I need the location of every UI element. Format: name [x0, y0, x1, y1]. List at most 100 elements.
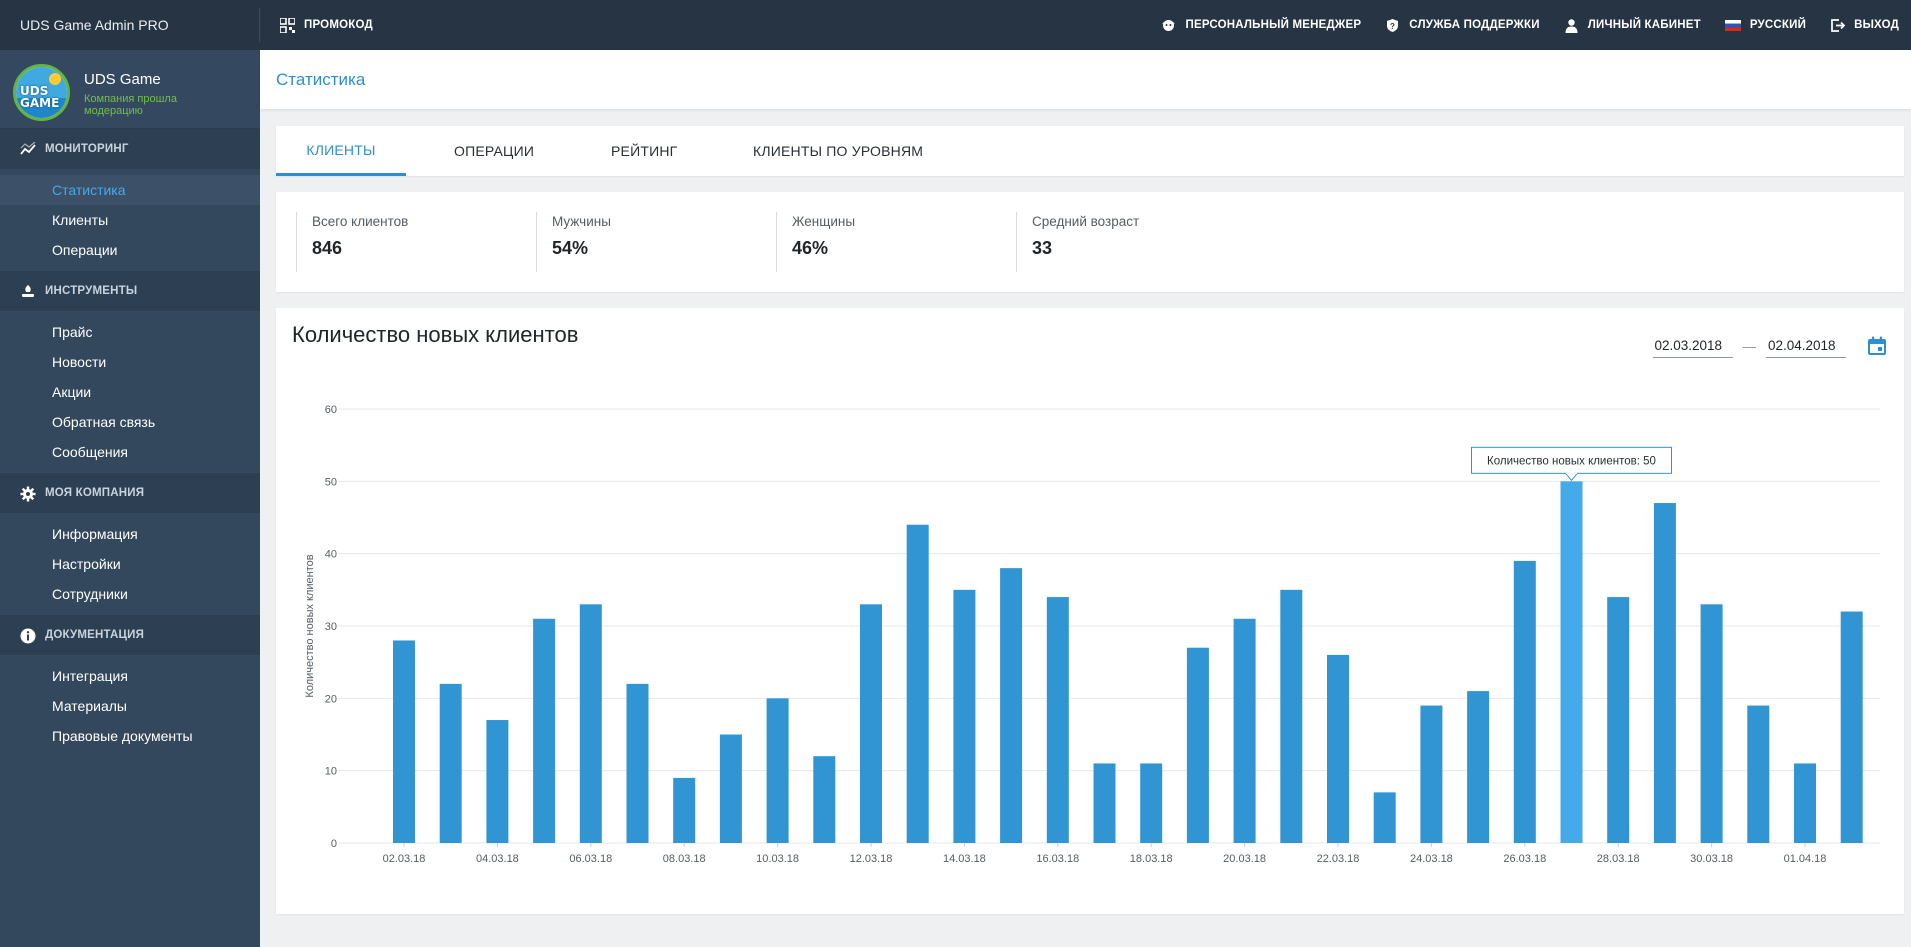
y-tick-label: 50 [325, 476, 337, 488]
x-tick-label: 30.03.18 [1690, 853, 1733, 865]
topbar-divider [259, 8, 260, 42]
x-tick-label: 20.03.18 [1223, 853, 1266, 865]
chart-bar[interactable] [1513, 560, 1536, 843]
sidebar-item-legal-documents[interactable]: Правовые документы [0, 721, 260, 751]
section-my-company[interactable]: МОЯ КОМПАНИЯ [0, 473, 260, 513]
shield-icon: ? [1385, 18, 1400, 33]
tab-clients[interactable]: КЛИЕНТЫ [276, 126, 406, 176]
chart-bar[interactable] [1420, 705, 1443, 843]
sidebar-item-materials[interactable]: Материалы [0, 691, 260, 721]
chart-bar[interactable] [1233, 618, 1256, 843]
chart-bar[interactable] [533, 618, 556, 843]
date-from-input[interactable] [1652, 334, 1733, 358]
date-to-input[interactable] [1766, 334, 1846, 358]
chart-bar[interactable] [1794, 763, 1816, 843]
chart-bar[interactable] [1467, 691, 1490, 843]
section-documentation[interactable]: ДОКУМЕНТАЦИЯ [0, 615, 260, 655]
chart-bar[interactable] [393, 640, 415, 843]
support-button[interactable]: ? СЛУЖБА ПОДДЕРЖКИ [1385, 18, 1540, 33]
chart-bar[interactable] [1560, 481, 1583, 843]
calendar-icon[interactable] [1866, 335, 1888, 357]
app-brand[interactable]: UDS Game Admin PRO [20, 0, 169, 50]
section-title: ИНСТРУМЕНТЫ [45, 285, 138, 297]
exit-label: ВЫХОД [1854, 19, 1899, 31]
company-card: UDS GAME UDS Game Компания прошла модера… [0, 50, 260, 129]
y-tick-label: 0 [331, 838, 337, 850]
sidebar-item-price[interactable]: Прайс [0, 317, 260, 347]
date-separator: — [1742, 338, 1757, 354]
chart-bar[interactable] [860, 604, 882, 843]
stat-label: Средний возраст [1032, 214, 1140, 229]
tab-clients-by-level[interactable]: КЛИЕНТЫ ПО УРОВНЯМ [753, 126, 923, 176]
section-title: МОЯ КОМПАНИЯ [45, 487, 145, 499]
sidebar-item-messages[interactable]: Сообщения [0, 437, 260, 467]
chart-bar[interactable] [1840, 611, 1863, 843]
x-tick-label: 10.03.18 [756, 853, 799, 865]
company-logo: UDS GAME [13, 64, 70, 121]
sidebar-item-operations[interactable]: Операции [0, 235, 260, 265]
qr-code-icon [279, 16, 296, 34]
chart-bar[interactable] [1280, 589, 1303, 843]
exit-button[interactable]: ВЫХОД [1830, 18, 1899, 33]
chart-bar[interactable] [626, 683, 649, 843]
chart-bar[interactable] [1747, 705, 1770, 843]
y-tick-label: 20 [325, 693, 337, 705]
cabinet-button[interactable]: ЛИЧНЫЙ КАБИНЕТ [1564, 18, 1701, 33]
chart-bar[interactable] [1373, 792, 1396, 843]
section-monitoring[interactable]: МОНИТОРИНГ [0, 129, 260, 169]
sidebar-item-news[interactable]: Новости [0, 347, 260, 377]
personal-manager-button[interactable]: ПЕРСОНАЛЬНЫЙ МЕНЕДЖЕР [1161, 18, 1361, 33]
x-tick-label: 08.03.18 [663, 853, 706, 865]
chart-bar[interactable] [673, 777, 696, 843]
x-tick-label: 22.03.18 [1317, 853, 1360, 865]
tab-rating[interactable]: РЕЙТИНГ [611, 126, 677, 176]
section-tools[interactable]: ИНСТРУМЕНТЫ [0, 271, 260, 311]
sidebar-item-clients[interactable]: Клиенты [0, 205, 260, 235]
x-tick-label: 26.03.18 [1503, 853, 1546, 865]
y-tick-label: 40 [325, 549, 337, 561]
tab-operations[interactable]: ОПЕРАЦИИ [454, 126, 534, 176]
y-tick-label: 10 [325, 766, 337, 778]
manager-label: ПЕРСОНАЛЬНЫЙ МЕНЕДЖЕР [1185, 19, 1362, 31]
chart-bar[interactable] [1000, 568, 1023, 843]
chart-bar[interactable] [906, 524, 929, 843]
x-tick-label: 18.03.18 [1130, 853, 1173, 865]
tooltip-text: Количество новых клиентов: 50 [1487, 455, 1656, 467]
chart-bar[interactable] [1093, 763, 1116, 843]
stat-value: 46% [792, 238, 829, 258]
chart-bar[interactable] [1186, 647, 1209, 843]
chart-bar[interactable] [439, 683, 462, 843]
x-tick-label: 28.03.18 [1597, 853, 1640, 865]
sidebar-item-promotions[interactable]: Акции [0, 377, 260, 407]
chart-bar[interactable] [766, 698, 789, 843]
chart-bar[interactable] [1327, 654, 1349, 843]
chart-bar[interactable] [953, 589, 976, 843]
sidebar-item-settings[interactable]: Настройки [0, 549, 260, 579]
chart-bar[interactable] [486, 720, 509, 843]
chart-bar[interactable] [719, 734, 742, 844]
chart-bar[interactable] [813, 756, 836, 843]
chart-bar[interactable] [1653, 503, 1676, 843]
chart-bar[interactable] [579, 604, 602, 843]
stat-average-age: Средний возраст 33 [1016, 212, 1139, 272]
sidebar-item-statistics[interactable]: Статистика [0, 175, 260, 205]
stat-label: Мужчины [552, 214, 611, 229]
chart-bar[interactable] [1140, 763, 1163, 843]
promo-button[interactable]: ПРОМОКОД [279, 0, 373, 50]
stat-label: Женщины [792, 214, 856, 229]
x-tick-label: 24.03.18 [1410, 853, 1453, 865]
page-title: Статистика [276, 70, 366, 89]
logout-icon [1830, 18, 1846, 33]
section-title: ДОКУМЕНТАЦИЯ [45, 629, 145, 641]
sidebar-item-feedback[interactable]: Обратная связь [0, 407, 260, 437]
language-selector[interactable]: РУССКИЙ [1724, 19, 1806, 31]
chart-bar[interactable] [1046, 597, 1069, 843]
sidebar-item-integration[interactable]: Интеграция [0, 661, 260, 691]
chart-bar[interactable] [1607, 597, 1630, 843]
stat-total-clients: Всего клиентов 846 [296, 212, 408, 272]
sidebar-item-employees[interactable]: Сотрудники [0, 579, 260, 609]
sidebar: UDS GAME UDS Game Компания прошла модера… [0, 50, 260, 947]
cabinet-label: ЛИЧНЫЙ КАБИНЕТ [1587, 19, 1701, 31]
chart-bar[interactable] [1700, 604, 1723, 843]
sidebar-item-information[interactable]: Информация [0, 519, 260, 549]
